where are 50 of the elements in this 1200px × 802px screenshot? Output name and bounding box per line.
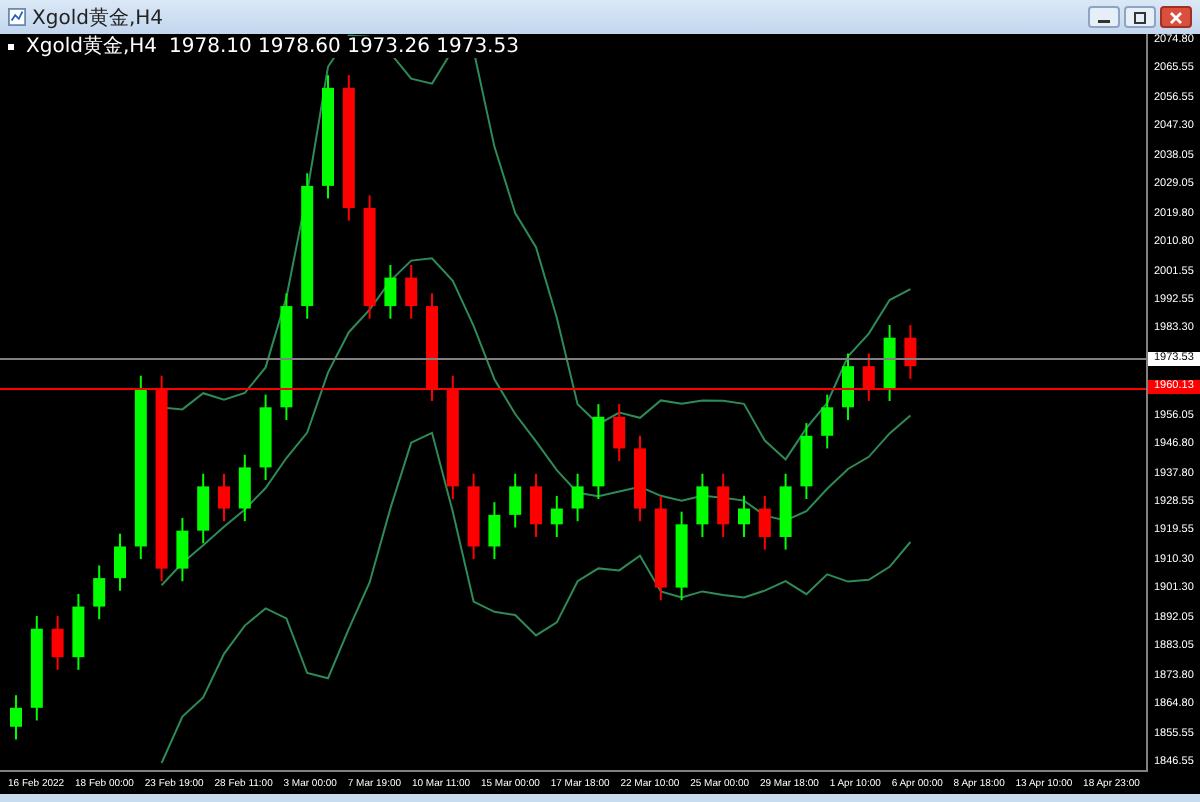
candlestick — [883, 324, 896, 402]
restore-icon — [1132, 11, 1148, 23]
candlestick — [259, 393, 272, 482]
minimize-button[interactable] — [1088, 6, 1120, 28]
candlestick — [114, 532, 126, 592]
candlestick — [197, 472, 210, 545]
close-icon — [1168, 11, 1184, 23]
chart-icon — [8, 8, 26, 26]
candlestick — [634, 434, 646, 523]
candlestick — [218, 472, 230, 523]
price-quote: 1978.10 1978.60 1973.26 1973.53 — [169, 36, 519, 58]
candlestick — [30, 615, 43, 722]
candlestick — [72, 592, 85, 671]
candlestick — [800, 422, 813, 501]
chart-symbol: Xgold黄金,H4 — [26, 36, 158, 58]
candlestick — [51, 615, 64, 671]
candlestick — [280, 292, 293, 421]
candlestick — [446, 374, 459, 501]
candlestick — [530, 472, 542, 538]
candlestick — [696, 472, 709, 538]
candlestick — [93, 564, 106, 621]
candlestick — [426, 292, 438, 402]
candlestick — [176, 517, 189, 583]
candlestick — [509, 472, 522, 529]
candlestick — [758, 494, 771, 551]
indicator-square-icon — [8, 44, 14, 50]
candlestick — [779, 472, 792, 551]
candlestick — [613, 403, 626, 463]
candlestick — [821, 393, 834, 450]
candlestick — [405, 263, 418, 320]
candlestick — [717, 472, 730, 538]
candlestick — [238, 453, 251, 523]
window-title: Xgold黄金,H4 — [32, 5, 164, 31]
candlestick — [654, 494, 667, 602]
candlestick — [550, 494, 563, 538]
candlestick — [10, 694, 22, 741]
close-button[interactable] — [1160, 6, 1192, 28]
candlestick — [738, 494, 750, 538]
candlestick — [467, 472, 480, 561]
candlestick — [862, 352, 875, 402]
candlestick — [322, 74, 334, 200]
restore-button[interactable] — [1124, 6, 1156, 28]
candlestick — [675, 510, 688, 602]
candlestick — [842, 352, 854, 421]
candlestick — [384, 263, 397, 320]
candlestick — [571, 472, 584, 523]
candlestick — [592, 403, 605, 501]
candlestick — [363, 194, 376, 320]
candlestick — [904, 324, 917, 380]
candlestick — [488, 501, 501, 561]
